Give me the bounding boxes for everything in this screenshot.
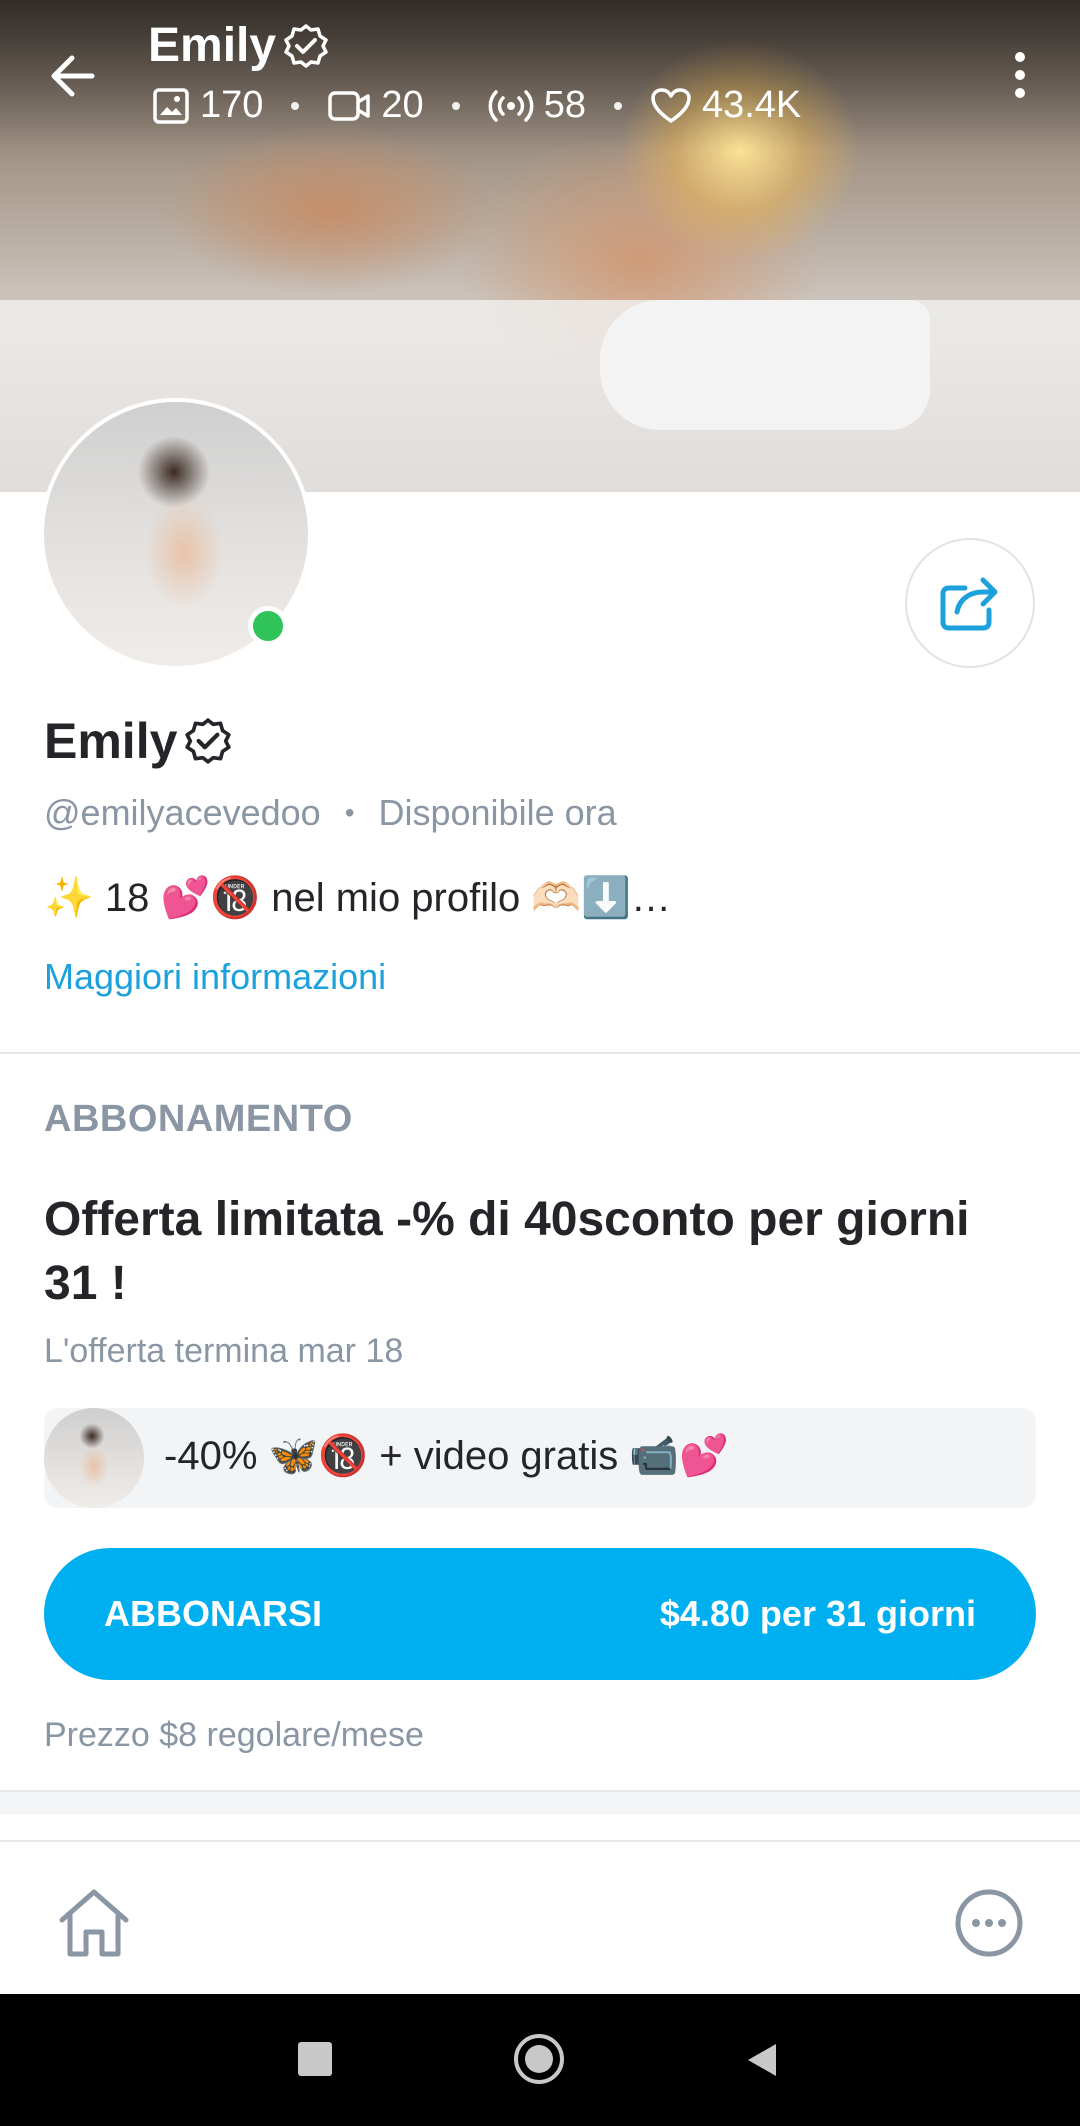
availability-status: Disponibile ora [378,792,617,833]
handle-separator: • [344,797,355,828]
home-icon [59,1889,129,1957]
arrow-left-icon [51,55,95,97]
broadcast-icon [488,89,534,122]
regular-price: Prezzo $8 regolare/mese [44,1716,424,1754]
cover-detail [600,300,930,430]
more-info-link[interactable]: Maggiori informazioni [44,956,386,998]
share-button[interactable] [905,538,1035,668]
system-navigation-bar [0,1994,1080,2126]
promo-text: -40% 🦋🔞 + video gratis 📹💕 [164,1434,729,1478]
more-dots-icon [955,1889,1023,1957]
video-camera-icon [328,90,371,121]
offer-title: Offerta limitata -% di 40sconto per gior… [44,1193,970,1310]
image-icon [153,87,189,124]
bottom-navigation [0,1840,1080,1996]
profile-name-row: Emily [44,712,233,770]
top-bar: Emily 170 20 58 43.4K [0,0,1080,150]
stat-photos[interactable]: 170 [152,84,263,127]
stat-likes[interactable]: 43.4K [650,84,801,127]
promo-avatar [44,1408,144,1508]
header-name-row: Emily [148,18,330,73]
share-icon [940,577,998,631]
subscribe-button-label: ABBONARSI [104,1593,323,1634]
subscribe-button[interactable]: ABBONARSI $4.80 per 31 giorni [44,1548,1036,1680]
header-stats: 170 20 58 43.4K [152,84,801,127]
profile-handle: @emilyacevedoo [44,792,321,833]
stat-photos-count: 170 [200,84,264,126]
handle-row: @emilyacevedoo • Disponibile ora [44,792,617,834]
system-home-button[interactable] [514,2034,564,2084]
stat-separator [613,101,622,110]
profile-name: Emily [44,713,178,769]
stat-videos-count: 20 [381,84,424,126]
more-button[interactable] [954,1888,1024,1958]
heart-icon [651,87,691,123]
verified-badge-icon [185,718,232,764]
stat-separator [451,101,460,110]
header-name: Emily [148,19,277,72]
stat-streams-count: 58 [543,84,586,126]
online-status-indicator [248,606,288,646]
subscription-section-label: ABBONAMENTO [44,1098,353,1140]
subscribe-button-price: $4.80 per 31 giorni [659,1593,976,1634]
stat-likes-count: 43.4K [701,84,802,126]
profile-bio: ✨ 18 💕🔞 nel mio profilo 🫶🏻⬇️… [44,876,671,920]
verified-badge-icon [284,23,328,68]
stat-streams[interactable]: 58 [488,84,586,127]
recents-button[interactable] [298,2042,332,2076]
section-divider [0,1790,1080,1814]
promo-message: -40% 🦋🔞 + video gratis 📹💕 [44,1408,1036,1508]
section-divider [0,1052,1080,1054]
back-button[interactable] [46,48,102,104]
kebab-menu-icon [1015,52,1025,98]
stat-videos[interactable]: 20 [327,84,424,127]
system-back-button[interactable] [744,2040,780,2080]
home-button[interactable] [54,1884,134,1960]
menu-button[interactable] [1002,50,1038,100]
stat-separator [291,101,300,110]
triangle-back-icon [748,2044,776,2076]
offer-end-date: L'offerta termina mar 18 [44,1332,404,1370]
